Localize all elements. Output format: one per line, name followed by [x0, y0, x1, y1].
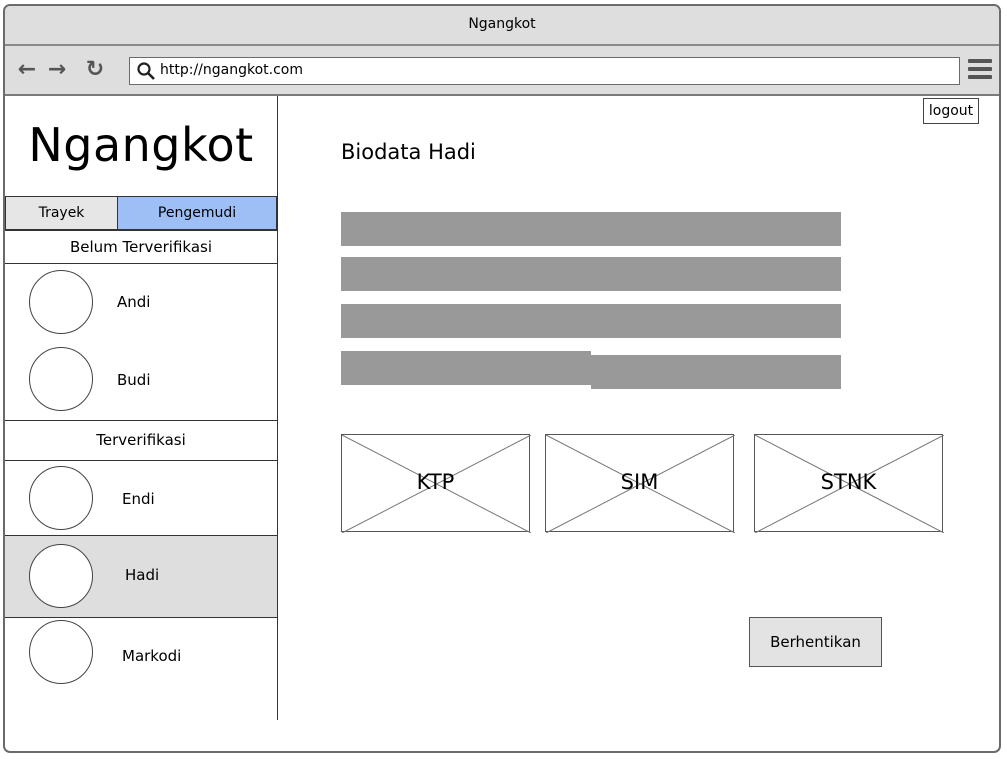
browser-window: Ngangkot ← → ↻ http://ngangkot.com Ngang… — [3, 4, 1001, 753]
biodata-placeholder-bar — [591, 355, 841, 389]
url-text: http://ngangkot.com — [160, 62, 304, 78]
avatar — [29, 466, 93, 530]
app-logo: Ngangkot — [28, 118, 254, 172]
logout-button[interactable]: logout — [923, 98, 979, 124]
tab-pengemudi[interactable]: Pengemudi — [117, 196, 277, 230]
driver-name: Budi — [117, 371, 151, 389]
document-label: KTP — [416, 470, 455, 494]
avatar — [29, 270, 93, 334]
driver-name: Andi — [117, 293, 151, 311]
stop-driver-button[interactable]: Berhentikan — [749, 617, 882, 667]
biodata-placeholder-bar — [341, 351, 591, 385]
browser-toolbar: ← → ↻ http://ngangkot.com — [5, 46, 999, 96]
sidebar: Ngangkot Trayek Pengemudi Belum Terverif… — [5, 96, 278, 720]
tab-trayek[interactable]: Trayek — [5, 196, 118, 230]
avatar — [29, 620, 93, 684]
driver-item-markodi[interactable]: Markodi — [5, 618, 277, 696]
section-header-unverified: Belum Terverifikasi — [5, 230, 277, 264]
biodata-placeholder-bar — [341, 304, 841, 338]
document-image-ktp[interactable]: KTP — [341, 434, 531, 533]
driver-name: Hadi — [125, 566, 160, 584]
sidebar-tabs: Trayek Pengemudi — [5, 196, 277, 230]
avatar — [29, 347, 93, 411]
main-content: logout Biodata Hadi KTP SIM STNK Berhent… — [278, 96, 999, 751]
document-image-stnk[interactable]: STNK — [754, 434, 944, 533]
biodata-placeholder-bar — [341, 212, 841, 246]
address-bar[interactable]: http://ngangkot.com — [129, 57, 960, 85]
document-label: STNK — [820, 470, 877, 494]
refresh-icon[interactable]: ↻ — [83, 58, 107, 82]
section-header-verified: Terverifikasi — [5, 420, 277, 461]
driver-name: Markodi — [122, 647, 182, 665]
hamburger-menu-icon[interactable] — [968, 59, 992, 81]
driver-item-endi[interactable]: Endi — [5, 461, 277, 535]
window-title: Ngangkot — [468, 16, 536, 32]
arrow-right-icon[interactable]: → — [45, 58, 69, 82]
document-image-sim[interactable]: SIM — [545, 434, 735, 533]
arrow-left-icon[interactable]: ← — [15, 58, 39, 82]
page-title: Biodata Hadi — [341, 140, 476, 164]
window-titlebar: Ngangkot — [5, 6, 999, 46]
avatar — [29, 544, 93, 608]
driver-item-andi[interactable]: Andi — [5, 264, 277, 342]
biodata-placeholder-bar — [341, 257, 841, 291]
driver-item-hadi[interactable]: Hadi — [5, 535, 277, 618]
document-label: SIM — [620, 470, 659, 494]
search-icon — [137, 62, 155, 80]
driver-item-budi[interactable]: Budi — [5, 342, 277, 420]
driver-name: Endi — [122, 490, 155, 508]
